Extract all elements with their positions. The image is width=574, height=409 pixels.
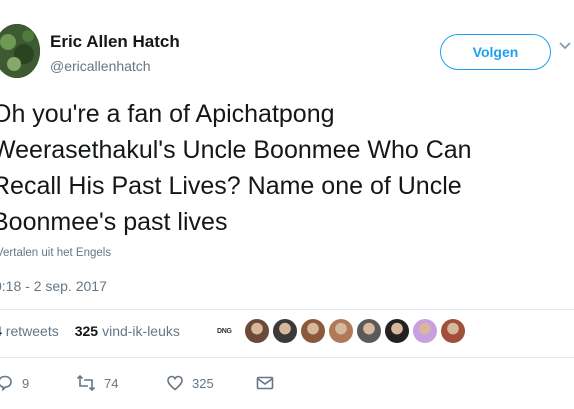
user-handle[interactable]: @ericallenhatch bbox=[50, 58, 151, 74]
tweet-actions: 9 74 325 bbox=[0, 374, 274, 392]
envelope-icon bbox=[256, 376, 274, 390]
retweets-count: 4 bbox=[0, 323, 2, 339]
tweet-line: Recall His Past Lives? Name one of Uncle bbox=[0, 172, 462, 200]
like-count: 325 bbox=[192, 375, 214, 391]
liker-badge[interactable]: DNG bbox=[217, 328, 232, 335]
retweets-label: retweets bbox=[5, 323, 59, 339]
follow-button[interactable]: Volgen bbox=[440, 34, 551, 70]
reply-button[interactable]: 9 bbox=[0, 374, 76, 392]
divider bbox=[0, 309, 574, 310]
liker-avatar[interactable] bbox=[271, 318, 298, 344]
reply-count: 9 bbox=[22, 375, 30, 391]
tweet-line: Oh you're a fan of Apichatpong bbox=[0, 100, 335, 128]
tweet-stats: 4retweets 325vind-ik-leuks bbox=[0, 323, 180, 339]
likers-avatars: DNG bbox=[217, 318, 466, 344]
liker-avatar[interactable] bbox=[439, 318, 466, 344]
translate-link[interactable]: Vertalen uit het Engels bbox=[0, 247, 111, 259]
liker-avatar[interactable] bbox=[243, 318, 270, 344]
tweet-line: Weerasethakul's Uncle Boonmee Who Can bbox=[0, 136, 472, 164]
liker-avatar[interactable] bbox=[383, 318, 410, 344]
user-name[interactable]: Eric Allen Hatch bbox=[50, 32, 180, 52]
chevron-down-icon[interactable] bbox=[558, 36, 574, 56]
retweets-stat[interactable]: 4retweets bbox=[0, 323, 59, 339]
likes-label: vind-ik-leuks bbox=[102, 323, 180, 339]
retweet-button[interactable]: 74 bbox=[76, 374, 166, 392]
message-button[interactable] bbox=[256, 375, 274, 391]
reply-icon bbox=[0, 375, 12, 392]
liker-avatar[interactable] bbox=[411, 318, 438, 344]
retweet-count: 74 bbox=[104, 375, 119, 391]
likes-count: 325 bbox=[74, 323, 99, 339]
tweet-text: Oh you're a fan of Apichatpong Weeraseth… bbox=[0, 96, 572, 240]
heart-icon bbox=[167, 375, 183, 391]
like-button[interactable]: 325 bbox=[166, 374, 256, 392]
timestamp[interactable]: 0:18 - 2 sep. 2017 bbox=[0, 278, 107, 294]
avatar[interactable] bbox=[0, 24, 40, 78]
tweet-line: Boonmee's past lives bbox=[0, 208, 228, 236]
retweet-icon bbox=[76, 374, 96, 392]
translate-label: Vertalen uit het Engels bbox=[0, 247, 112, 259]
liker-avatar[interactable] bbox=[327, 318, 354, 344]
likes-stat[interactable]: 325 vind-ik-leuks bbox=[75, 323, 180, 339]
liker-avatar[interactable] bbox=[299, 318, 326, 344]
liker-avatar[interactable] bbox=[355, 318, 382, 344]
divider bbox=[0, 357, 574, 358]
